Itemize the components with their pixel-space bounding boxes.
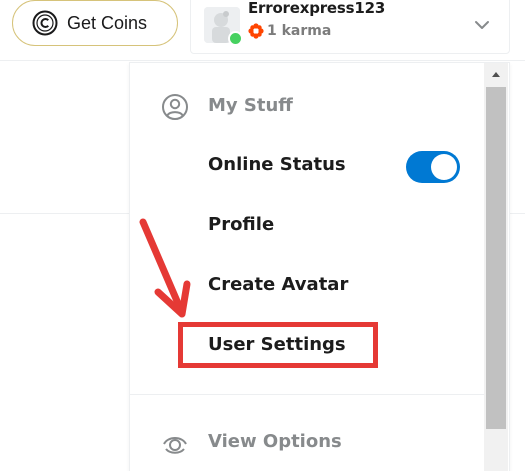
karma-count: 1 karma bbox=[267, 23, 332, 39]
get-coins-button[interactable]: Get Coins bbox=[12, 0, 178, 46]
menu-item-online-status[interactable]: Online Status bbox=[130, 141, 485, 191]
online-status-label: Online Status bbox=[208, 154, 346, 175]
toggle-knob bbox=[431, 154, 457, 180]
profile-label: Profile bbox=[208, 214, 275, 235]
scroll-up-arrow-icon[interactable] bbox=[484, 63, 508, 87]
my-stuff-section-header: My Stuff bbox=[130, 87, 485, 127]
online-status-toggle[interactable] bbox=[406, 151, 460, 183]
background-divider-right bbox=[508, 213, 525, 214]
view-options-section-header: View Options bbox=[130, 423, 485, 463]
my-stuff-label: My Stuff bbox=[208, 95, 293, 116]
menu-scrollbar[interactable] bbox=[484, 63, 508, 471]
karma-row: 1 karma bbox=[248, 23, 331, 39]
view-options-label: View Options bbox=[208, 431, 342, 452]
get-coins-label: Get Coins bbox=[67, 12, 148, 33]
user-dropdown-button[interactable]: Errorexpress123 1 karma bbox=[190, 0, 510, 54]
user-settings-highlight-box bbox=[178, 322, 378, 368]
online-indicator bbox=[228, 31, 243, 46]
create-avatar-label: Create Avatar bbox=[208, 274, 349, 295]
eye-icon bbox=[160, 427, 190, 457]
username: Errorexpress123 bbox=[248, 0, 386, 17]
background-divider bbox=[0, 213, 130, 214]
red-arrow-annotation bbox=[139, 218, 191, 318]
coin-icon bbox=[32, 10, 58, 36]
karma-flower-icon bbox=[248, 23, 264, 39]
chevron-down-icon bbox=[472, 15, 492, 35]
menu-divider bbox=[130, 394, 485, 395]
scrollbar-thumb[interactable] bbox=[486, 87, 506, 429]
header-divider bbox=[0, 60, 525, 61]
user-circle-icon bbox=[161, 93, 189, 121]
